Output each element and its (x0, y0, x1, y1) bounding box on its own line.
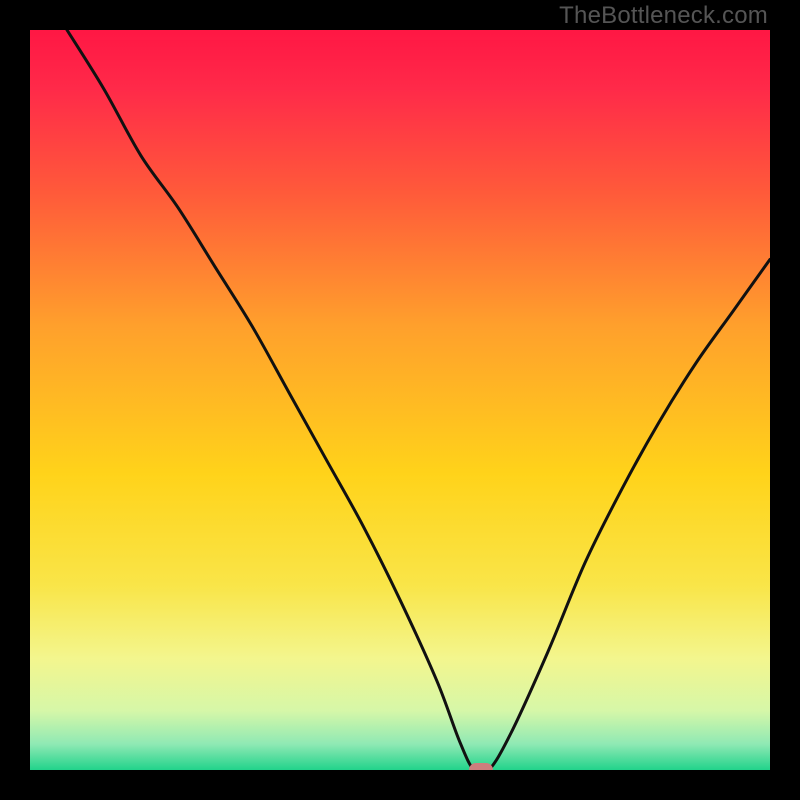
plot-area (30, 30, 770, 770)
minimum-marker (469, 763, 493, 770)
watermark-text: TheBottleneck.com (559, 2, 768, 30)
bottleneck-curve (30, 30, 770, 770)
chart-frame: TheBottleneck.com (0, 0, 800, 800)
